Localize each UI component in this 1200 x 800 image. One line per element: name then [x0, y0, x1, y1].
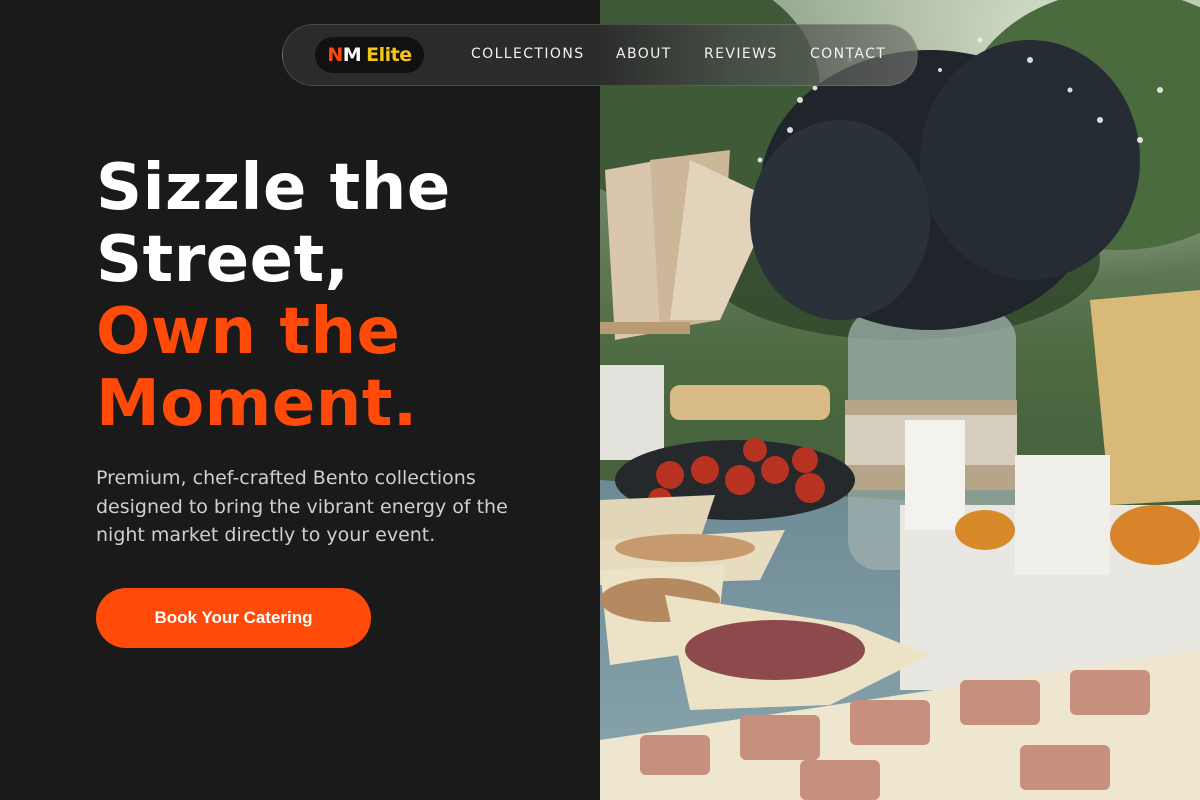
nav-reviews-link[interactable]: REVIEWS: [704, 46, 778, 62]
hero-image: [600, 0, 1200, 800]
hero-subtext: Premium, chef-crafted Bento collections …: [96, 467, 508, 546]
logo-n: N: [327, 44, 343, 66]
logo-elite: Elite: [366, 44, 412, 66]
nav-contact-link[interactable]: CONTACT: [810, 46, 886, 62]
headline-line-4: Moment.: [96, 367, 418, 441]
brand-logo[interactable]: N M Elite: [315, 37, 424, 73]
nav-about-link[interactable]: ABOUT: [616, 46, 672, 62]
hero-headline: Sizzle the Street, Own the Moment.: [96, 152, 451, 440]
logo-m: M: [342, 44, 362, 66]
headline-line-2: Street,: [96, 223, 350, 297]
headline-line-3: Own the: [96, 295, 401, 369]
catering-table-photo: [600, 0, 1200, 800]
hero-left-panel: Sizzle the Street, Own the Moment. Premi…: [0, 0, 600, 800]
headline-line-1: Sizzle the: [96, 151, 451, 225]
nav-collections-link[interactable]: COLLECTIONS: [471, 46, 584, 62]
top-navigation: N M Elite COLLECTIONS ABOUT REVIEWS CONTAC…: [282, 24, 918, 86]
book-catering-button[interactable]: Book Your Catering: [96, 588, 371, 648]
landing-page: Sizzle the Street, Own the Moment. Premi…: [0, 0, 1200, 800]
